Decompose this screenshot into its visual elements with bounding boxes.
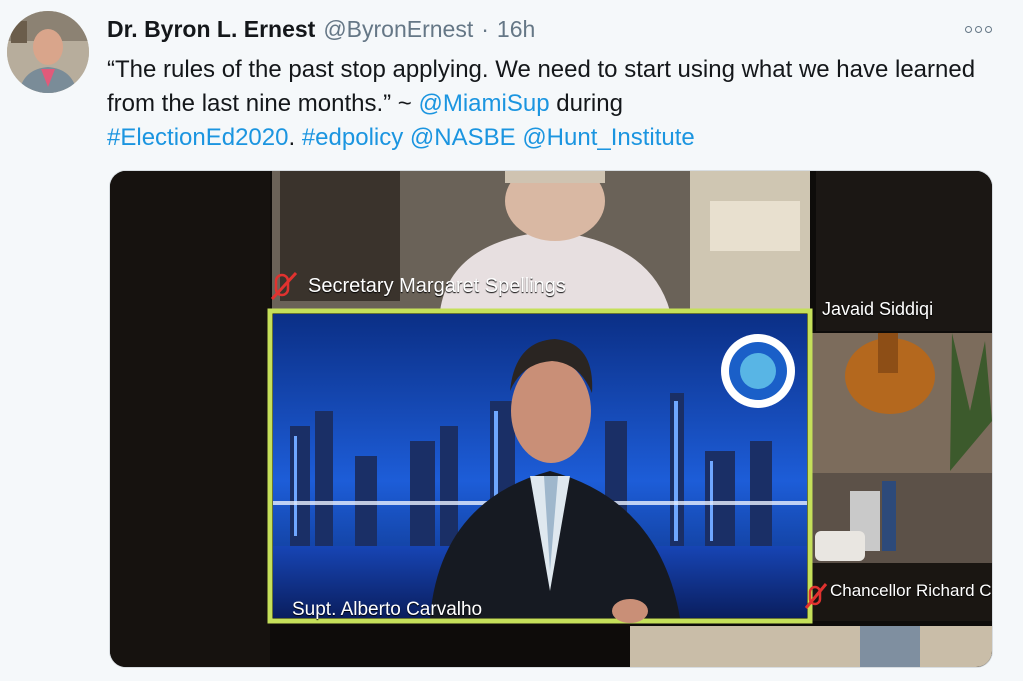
author-avatar[interactable] [7,11,89,93]
participant-name-spellings: Secretary Margaret Spellings [308,275,566,297]
tweet-text: “The rules of the past stop applying. We… [107,53,1007,155]
author-name[interactable]: Dr. Byron L. Ernest [107,16,315,43]
tweet-text-period: . [288,124,302,151]
participant-name-siddiqi: Javaid Siddiqi [822,299,934,319]
tweet-text-during: during [549,90,630,117]
mention-miamisup[interactable]: @MiamiSup [418,90,549,117]
tweet-timestamp[interactable]: 16h [497,16,535,43]
hashtag-electioned2020[interactable]: #ElectionEd2020 [107,124,288,151]
participant-name-carvalho: Supt. Alberto Carvalho [292,599,483,620]
video-tile-chancellor [810,333,992,621]
hashtag-edpolicy[interactable]: #edpolicy [302,124,403,151]
tweet[interactable]: Dr. Byron L. Ernest @ByronErnest · 16h “… [0,0,1023,681]
video-tile-carvalho [267,308,813,624]
separator-dot: · [481,15,489,42]
participant-name-chancellor: Chancellor Richard Ca [830,581,993,600]
more-options-icon[interactable] [961,20,995,38]
mention-nasbe[interactable]: @NASBE [410,124,516,151]
tweet-media-photo[interactable]: Secretary Margaret Spellings Javaid Sidd… [109,170,993,668]
mention-hunt-institute[interactable]: @Hunt_Institute [522,124,694,151]
author-handle[interactable]: @ByronErnest [323,16,473,43]
tweet-header: Dr. Byron L. Ernest @ByronErnest · 16h [107,12,535,46]
